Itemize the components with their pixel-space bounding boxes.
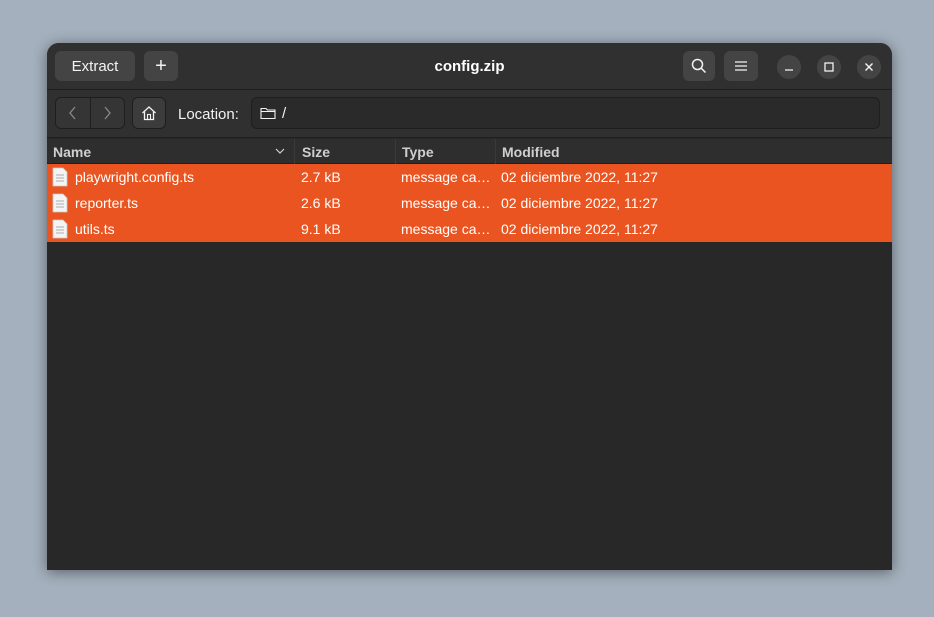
file-type: message ca… [401, 221, 491, 237]
extract-button[interactable]: Extract [55, 51, 135, 81]
main-menu-button[interactable] [724, 51, 758, 81]
file-modified: 02 diciembre 2022, 11:27 [501, 221, 658, 237]
text-file-icon [52, 164, 70, 190]
text-file-icon [52, 216, 70, 242]
column-size-label: Size [302, 143, 331, 160]
column-header-name[interactable]: Name [47, 139, 295, 164]
file-size: 2.7 kB [301, 169, 341, 185]
location-label: Location: [178, 106, 239, 123]
file-name: utils.ts [75, 221, 115, 237]
location-bar: Location: / [47, 90, 892, 138]
chevron-down-icon [275, 148, 285, 154]
table-row[interactable]: reporter.ts 2.6 kB message ca… 02 diciem… [47, 190, 892, 216]
chevron-right-icon [104, 106, 112, 120]
minimize-button[interactable] [777, 55, 801, 79]
maximize-button[interactable] [817, 55, 841, 79]
table-row[interactable]: playwright.config.ts 2.7 kB message ca… … [47, 164, 892, 190]
file-size: 2.6 kB [301, 195, 341, 211]
close-icon [865, 63, 873, 71]
file-size: 9.1 kB [301, 221, 341, 237]
home-icon [142, 106, 156, 121]
minimize-icon [785, 69, 793, 71]
file-list: playwright.config.ts 2.7 kB message ca… … [47, 164, 892, 242]
search-button[interactable] [683, 51, 715, 81]
file-name: playwright.config.ts [75, 169, 195, 185]
file-type: message ca… [401, 169, 491, 185]
location-path: / [282, 104, 287, 122]
add-files-button[interactable]: + [144, 51, 178, 81]
folder-icon [260, 107, 276, 120]
archive-manager-window: Extract + config.zip Location: / Name Si… [47, 43, 892, 570]
header-bar: Extract + config.zip [47, 43, 892, 90]
text-file-icon [52, 190, 70, 216]
close-button[interactable] [857, 55, 881, 79]
maximize-icon [824, 62, 834, 72]
file-name: reporter.ts [75, 195, 139, 211]
column-modified-label: Modified [502, 143, 560, 160]
chevron-left-icon [68, 106, 76, 120]
home-button[interactable] [132, 97, 166, 129]
column-header-type[interactable]: Type [396, 139, 496, 164]
column-header-size[interactable]: Size [296, 139, 396, 164]
column-type-label: Type [402, 143, 434, 160]
table-row[interactable]: utils.ts 9.1 kB message ca… 02 diciembre… [47, 216, 892, 242]
file-modified: 02 diciembre 2022, 11:27 [501, 169, 658, 185]
location-field[interactable]: / [251, 97, 880, 129]
file-list-header: Name Size Type Modified [47, 139, 892, 164]
search-icon [691, 58, 707, 74]
column-header-modified[interactable]: Modified [496, 139, 892, 164]
column-name-label: Name [53, 143, 92, 160]
back-button[interactable] [56, 98, 90, 128]
file-type: message ca… [401, 195, 491, 211]
file-modified: 02 diciembre 2022, 11:27 [501, 195, 658, 211]
hamburger-menu-icon [735, 61, 747, 71]
navigation-buttons [55, 97, 125, 129]
forward-button[interactable] [89, 98, 125, 128]
